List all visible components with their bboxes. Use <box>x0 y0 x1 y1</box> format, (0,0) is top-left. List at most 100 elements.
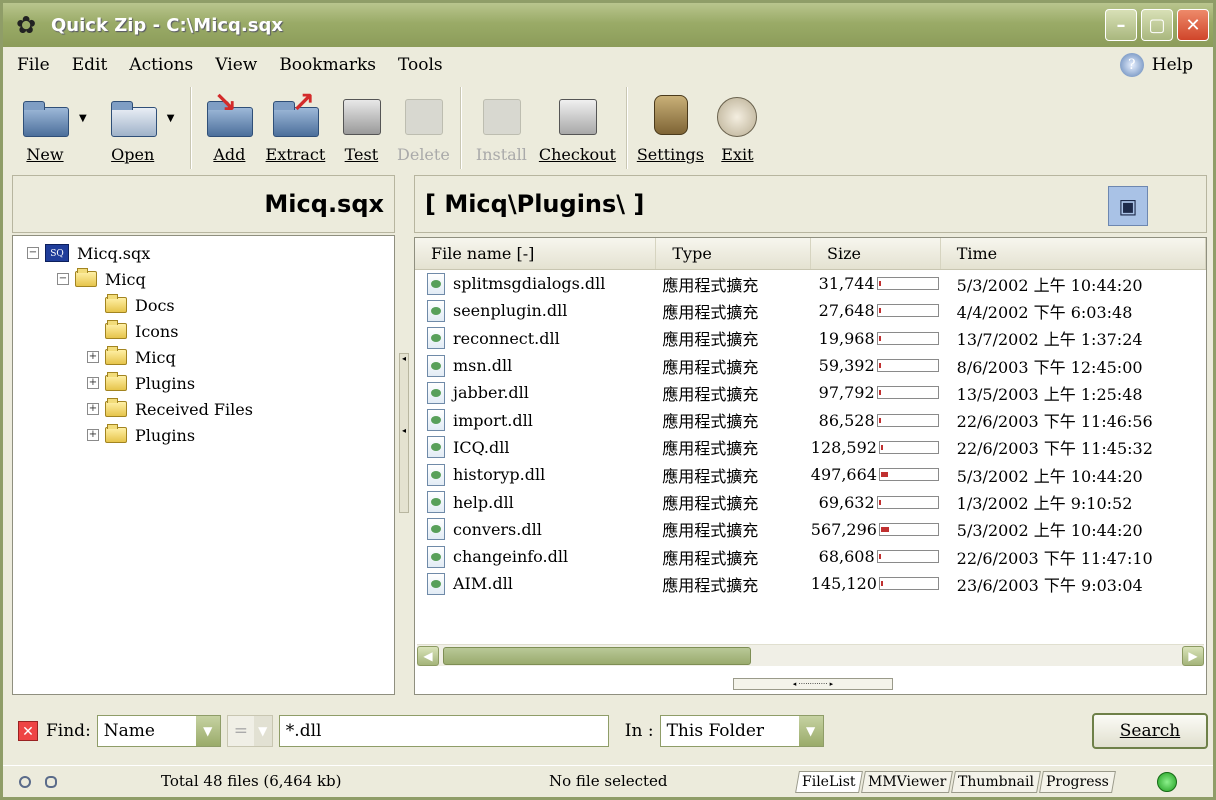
file-name: changeinfo.dll <box>453 547 569 567</box>
tree-node[interactable]: + Plugins <box>13 422 394 448</box>
find-field-select[interactable]: Name ▼ <box>96 715 221 747</box>
test-button[interactable]: Test <box>330 83 392 171</box>
exit-button[interactable]: Exit <box>706 83 768 171</box>
scroll-track[interactable] <box>439 646 1182 666</box>
tree-node[interactable]: − Micq <box>13 266 394 292</box>
new-dropdown-icon[interactable]: ▼ <box>79 113 87 124</box>
file-row[interactable]: reconnect.dll 應用程式擴充 19,968 13/7/2002 上午 1:… <box>415 325 1206 352</box>
menu-file[interactable]: File <box>17 55 50 75</box>
file-time-cell: 13/7/2002 上午 1:37:24 <box>956 330 1143 350</box>
file-row[interactable]: changeinfo.dll 應用程式擴充 68,608 22/6/2003 下午 1… <box>415 543 1206 570</box>
app-window: ✿ Quick Zip - C:\Micq.sqx – ▢ ✕ File Edi… <box>0 0 1216 800</box>
tab-mmviewer[interactable]: MMViewer <box>860 771 953 793</box>
file-row[interactable]: convers.dll 應用程式擴充 567,296 5/3/2002 上午 10:4… <box>415 516 1206 543</box>
menu-bookmarks[interactable]: Bookmarks <box>279 55 376 75</box>
status-gear-icon[interactable] <box>19 775 31 788</box>
file-row[interactable]: historyp.dll 應用程式擴充 497,664 5/3/2002 上午 10:… <box>415 461 1206 488</box>
scroll-left-icon[interactable]: ◀ <box>417 645 439 666</box>
new-button[interactable]: New <box>9 83 81 171</box>
tree-node[interactable]: + Plugins <box>13 370 394 396</box>
column-type[interactable]: Type <box>656 238 811 269</box>
menu-edit[interactable]: Edit <box>72 55 108 75</box>
add-button[interactable]: ↘ Add <box>198 83 260 171</box>
file-row[interactable]: import.dll 應用程式擴充 86,528 22/6/2003 下午 11:46… <box>415 406 1206 433</box>
column-size[interactable]: Size <box>811 238 941 269</box>
column-file-name[interactable]: File name [-] <box>415 238 657 269</box>
size-ratio-fill <box>878 308 881 314</box>
file-size: 128,592 <box>810 437 877 457</box>
mini-column-scroller[interactable]: ◂ ············· ▸ <box>733 678 893 690</box>
expand-icon[interactable]: + <box>87 377 99 389</box>
help-menu[interactable]: ? Help <box>1119 53 1193 77</box>
find-label: Find: <box>46 721 91 741</box>
tab-filelist[interactable]: FileList <box>795 771 863 793</box>
expand-icon[interactable]: + <box>87 429 99 441</box>
file-name: ICQ.dll <box>453 437 510 457</box>
collapse-icon[interactable]: − <box>57 273 69 285</box>
file-name: splitmsgdialogs.dll <box>453 274 606 294</box>
file-size-cell: 128,592 <box>811 438 941 457</box>
extract-button[interactable]: ↗ Extract <box>260 83 330 171</box>
file-size: 59,392 <box>818 356 875 376</box>
file-row[interactable]: help.dll 應用程式擴充 69,632 1/3/2002 上午 9:10:52 <box>415 488 1206 515</box>
delete-button[interactable]: Delete <box>392 83 454 171</box>
tree-node[interactable]: − SQ Micq.sqx <box>13 240 394 266</box>
open-dropdown-icon[interactable]: ▼ <box>167 113 175 124</box>
horizontal-scrollbar[interactable]: ◀ ▶ <box>417 644 1204 666</box>
column-time[interactable]: Time <box>941 238 1206 269</box>
file-type-cell: 應用程式擴充 <box>662 302 759 322</box>
folder-icon <box>105 346 127 365</box>
scope-select[interactable]: This Folder ▼ <box>659 715 824 747</box>
find-operator-value: = <box>233 721 249 741</box>
settings-button[interactable]: Settings <box>634 83 706 171</box>
close-button[interactable]: ✕ <box>1177 9 1209 41</box>
size-ratio-fill <box>880 581 883 587</box>
menu-actions[interactable]: Actions <box>129 55 193 75</box>
tab-progress[interactable]: Progress <box>1038 771 1116 793</box>
file-row[interactable]: jabber.dll 應用程式擴充 97,792 13/5/2003 上午 1:25:… <box>415 379 1206 406</box>
file-time-cell: 22/6/2003 下午 11:45:32 <box>956 439 1153 459</box>
file-size: 31,744 <box>818 274 875 294</box>
chevron-down-icon[interactable]: ▼ <box>798 716 823 746</box>
folder-tree[interactable]: − SQ Micq.sqx − Micq Docs Icons + Micq + Plugins + R… <box>12 235 395 695</box>
tree-node[interactable]: Docs <box>13 292 394 318</box>
menu-tools[interactable]: Tools <box>398 55 443 75</box>
checkout-button[interactable]: Checkout <box>534 83 620 171</box>
file-row[interactable]: seenplugin.dll 應用程式擴充 27,648 4/4/2002 下午 6:… <box>415 297 1206 324</box>
tree-node[interactable]: + Micq <box>13 344 394 370</box>
tree-node[interactable]: Icons <box>13 318 394 344</box>
pane-splitter[interactable]: ◂ ◂ <box>399 353 409 513</box>
scroll-right-icon[interactable]: ▶ <box>1182 645 1204 666</box>
find-pattern-input[interactable]: *.dll <box>278 715 609 747</box>
view-mode-icon[interactable]: ▣ <box>1108 186 1148 226</box>
tab-thumbnail[interactable]: Thumbnail <box>950 771 1041 793</box>
collapse-icon[interactable]: − <box>27 247 39 259</box>
chevron-down-icon[interactable]: ▼ <box>253 716 272 746</box>
file-row[interactable]: AIM.dll 應用程式擴充 145,120 23/6/2003 下午 9:03:04 <box>415 570 1206 597</box>
status-link-icon[interactable] <box>45 775 57 788</box>
file-size-cell: 86,528 <box>811 411 941 430</box>
file-name-cell: changeinfo.dll <box>415 545 656 568</box>
search-button[interactable]: Search <box>1092 713 1208 749</box>
file-row[interactable]: msn.dll 應用程式擴充 59,392 8/6/2003 下午 12:45:00 <box>415 352 1206 379</box>
new-label: New <box>26 145 64 164</box>
close-find-icon[interactable]: ✕ <box>18 721 38 741</box>
folder-icon <box>105 424 127 443</box>
dll-file-icon <box>427 272 445 295</box>
tree-node[interactable]: + Received Files <box>13 396 394 422</box>
maximize-button[interactable]: ▢ <box>1141 9 1173 41</box>
size-ratio-bar <box>876 304 939 318</box>
find-operator-select[interactable]: = ▼ <box>226 715 273 747</box>
open-button[interactable]: Open <box>97 83 169 171</box>
file-row[interactable]: ICQ.dll 應用程式擴充 128,592 22/6/2003 下午 11:45:3… <box>415 434 1206 461</box>
minimize-button[interactable]: – <box>1105 9 1137 41</box>
expand-icon[interactable]: + <box>87 403 99 415</box>
file-row[interactable]: splitmsgdialogs.dll 應用程式擴充 31,744 5/3/2002 … <box>415 270 1206 297</box>
install-button[interactable]: Install <box>468 83 534 171</box>
title-bar[interactable]: ✿ Quick Zip - C:\Micq.sqx – ▢ ✕ <box>3 3 1213 47</box>
expand-icon[interactable]: + <box>87 351 99 363</box>
menu-view[interactable]: View <box>215 55 257 75</box>
list-header: File name [-] Type Size Time <box>415 238 1206 270</box>
scroll-thumb[interactable] <box>443 646 751 665</box>
chevron-down-icon[interactable]: ▼ <box>195 716 220 746</box>
